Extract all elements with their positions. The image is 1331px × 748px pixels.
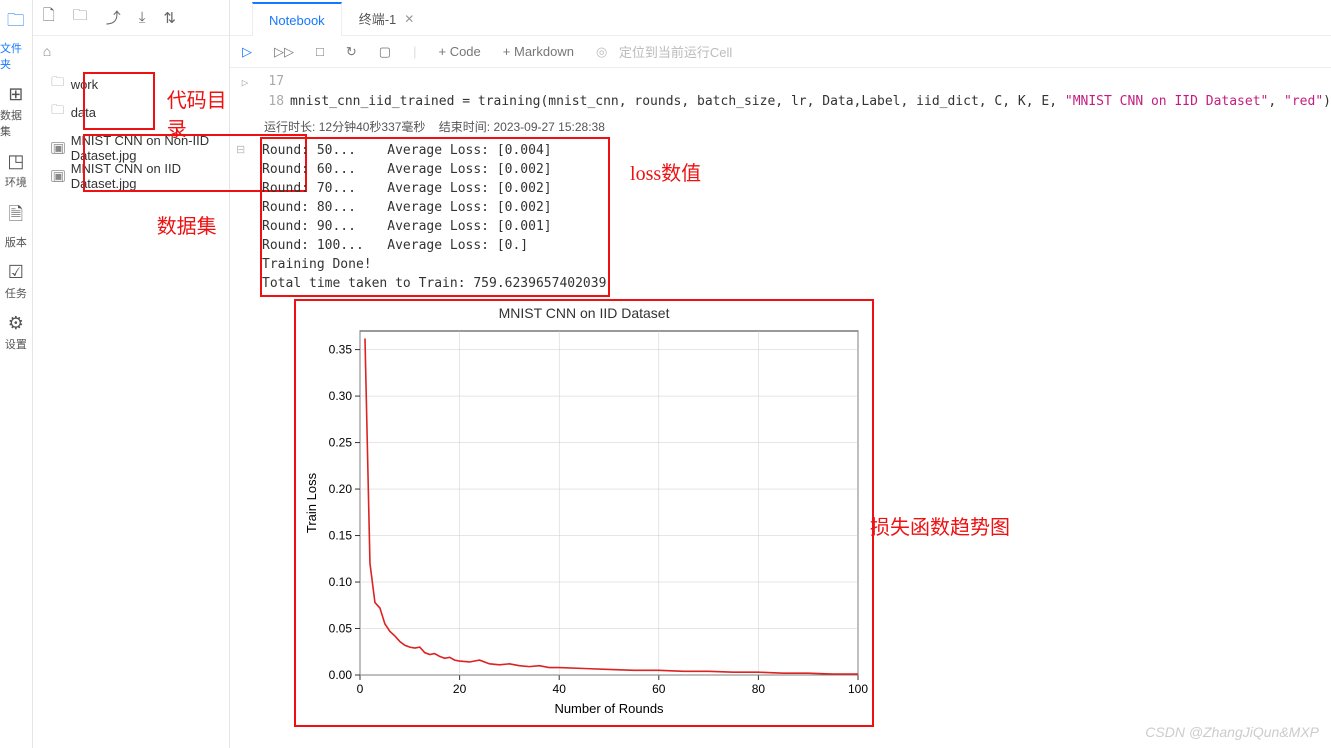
svg-text:Number of Rounds: Number of Rounds	[554, 701, 664, 716]
rail-label: 数据集	[0, 107, 32, 139]
rail-icon: 🗎	[9, 202, 23, 232]
rail-item-1[interactable]: ⊞数据集	[0, 84, 32, 139]
output-line: Round: 90... Average Loss: [0.001]	[262, 217, 1331, 236]
tab-终端-1[interactable]: 终端-1 ✕	[342, 1, 432, 35]
rail-icon: 🗀	[7, 8, 25, 38]
svg-text:0.05: 0.05	[329, 622, 353, 636]
locate-cell-button[interactable]: ◎ 定位到当前运行Cell	[596, 42, 732, 61]
rail-icon: ⊞	[8, 84, 23, 105]
svg-text:0: 0	[357, 682, 364, 696]
folder-icon: 🗀	[51, 73, 65, 95]
cell-output: ⊟ Round: 50... Average Loss: [0.004]Roun…	[230, 141, 1331, 727]
folder-row[interactable]: 🗀 data	[33, 98, 229, 126]
download-icon[interactable]: ⤓	[139, 9, 146, 26]
cell-run-gutter-icon[interactable]: ▷	[230, 72, 260, 112]
run-all-button[interactable]: ▷▷	[274, 44, 294, 60]
home-icon: ⌂	[43, 43, 51, 59]
file-label: MNIST CNN on Non-IID Dataset.jpg	[71, 133, 221, 163]
file-list: 🗀 work 🗀 data ▣ MNIST CNN on Non-IID Dataset.…	[33, 66, 229, 194]
rail-item-0[interactable]: 🗀文件夹	[0, 8, 32, 72]
output-line: Round: 70... Average Loss: [0.002]	[262, 179, 1331, 198]
sidebar: 🗋 🗀 ⤴ ⤓ ⇅ ⌂ 🗀 work 🗀 data ▣ MNIST CNN on Non-…	[33, 0, 230, 748]
output-line: Round: 50... Average Loss: [0.004]	[262, 141, 1331, 160]
rail-label: 版本	[5, 234, 27, 250]
file-row[interactable]: ▣ MNIST CNN on IID Dataset.jpg	[33, 162, 229, 190]
svg-text:0.10: 0.10	[329, 575, 353, 589]
svg-text:100: 100	[848, 682, 868, 696]
endtime-value: 2023-09-27 15:28:38	[493, 120, 604, 134]
svg-text:40: 40	[553, 682, 567, 696]
runtime-value: 12分钟40秒337毫秒	[319, 120, 426, 134]
rail-label: 设置	[5, 336, 27, 352]
output-line: Total time taken to Train: 759.623965740…	[262, 274, 1331, 293]
svg-text:Train Loss: Train Loss	[304, 472, 319, 533]
close-icon[interactable]: ✕	[404, 12, 414, 26]
annotation-trend: 损失函数趋势图	[870, 511, 1010, 540]
code-content: mnist_cnn_iid_trained = training(mnist_c…	[290, 72, 1331, 112]
svg-text:80: 80	[752, 682, 766, 696]
image-icon: ▣	[51, 170, 65, 182]
chart-output: MNIST CNN on IID Dataset 0 20 40 60 80 100 0.0…	[294, 299, 874, 727]
add-code-button[interactable]: + Code	[438, 44, 480, 59]
rail-icon: ☑	[8, 262, 24, 283]
sort-icon[interactable]: ⇅	[163, 9, 176, 27]
folder-label: work	[71, 77, 98, 92]
line-number-gutter: 1718	[260, 72, 290, 112]
svg-text:60: 60	[652, 682, 666, 696]
run-cell-button[interactable]: ▷	[242, 44, 252, 60]
folder-label: data	[71, 105, 96, 120]
new-file-icon[interactable]: 🗋	[43, 5, 55, 30]
output-line: Round: 100... Average Loss: [0.]	[262, 236, 1331, 255]
folder-row[interactable]: 🗀 work	[33, 70, 229, 98]
sidebar-toolbar: 🗋 🗀 ⤴ ⤓ ⇅	[33, 0, 229, 36]
svg-text:0.00: 0.00	[329, 668, 353, 682]
svg-text:0.20: 0.20	[329, 482, 353, 496]
stop-button[interactable]: □	[316, 44, 324, 59]
chart-title: MNIST CNN on IID Dataset	[300, 305, 868, 321]
add-markdown-button[interactable]: + Markdown	[503, 44, 574, 59]
file-label: MNIST CNN on IID Dataset.jpg	[71, 161, 221, 191]
rail-label: 文件夹	[0, 40, 32, 72]
file-row[interactable]: ▣ MNIST CNN on Non-IID Dataset.jpg	[33, 134, 229, 162]
rail-label: 任务	[5, 285, 27, 301]
output-line: Round: 80... Average Loss: [0.002]	[262, 198, 1331, 217]
rail-icon: ◳	[7, 151, 24, 172]
interrupt-button[interactable]: ▢	[379, 44, 391, 60]
output-line: Round: 60... Average Loss: [0.002]	[262, 160, 1331, 179]
output-line: Training Done!	[262, 255, 1331, 274]
tab-label: Notebook	[269, 13, 325, 28]
loss-chart: 0 20 40 60 80 100 0.00 0.05 0.10 0.15 0.20 0.25 0.30…	[300, 323, 868, 723]
svg-text:0.30: 0.30	[329, 389, 353, 403]
notebook-toolbar: ▷ ▷▷ □ ↻ ▢ | + Code + Markdown ◎ 定位到当前运行…	[230, 36, 1331, 68]
tab-Notebook[interactable]: Notebook	[252, 2, 342, 36]
runtime-label: 运行时长:	[264, 120, 315, 134]
svg-text:0.15: 0.15	[329, 529, 353, 543]
rail-item-4[interactable]: ☑ 任务	[5, 262, 27, 301]
left-rail: 🗀文件夹 ⊞数据集 ◳ 环境 🗎 版本 ☑ 任务 ⚙ 设置	[0, 0, 33, 748]
rail-label: 环境	[5, 174, 27, 190]
svg-text:0.25: 0.25	[329, 436, 353, 450]
new-folder-icon[interactable]: 🗀	[73, 5, 88, 30]
main-area: Notebook 终端-1 ✕ ▷ ▷▷ □ ↻ ▢ | + Code + Mark…	[230, 0, 1331, 748]
target-icon: ◎	[596, 44, 607, 60]
svg-text:0.35: 0.35	[329, 343, 353, 357]
endtime-label: 结束时间:	[439, 120, 490, 134]
restart-button[interactable]: ↻	[346, 44, 357, 60]
rail-item-2[interactable]: ◳ 环境	[5, 151, 27, 190]
status-line: 运行时长: 12分钟40秒337毫秒 结束时间: 2023-09-27 15:2…	[230, 114, 1331, 141]
home-row[interactable]: ⌂	[33, 36, 229, 66]
rail-item-3[interactable]: 🗎 版本	[5, 202, 27, 250]
image-icon: ▣	[51, 142, 65, 154]
code-cell[interactable]: ▷ 1718 mnist_cnn_iid_trained = training(…	[230, 68, 1331, 114]
tab-label: 终端-1	[359, 9, 397, 28]
rail-item-5[interactable]: ⚙ 设置	[5, 313, 27, 352]
upload-icon[interactable]: ⤴	[106, 7, 121, 28]
svg-text:20: 20	[453, 682, 467, 696]
rail-icon: ⚙	[8, 313, 24, 334]
annotation-dataset: 数据集	[157, 210, 217, 239]
output-collapse-icon[interactable]: ⊟	[236, 143, 245, 156]
tab-bar: Notebook 终端-1 ✕	[230, 0, 1331, 36]
folder-icon: 🗀	[51, 101, 65, 123]
